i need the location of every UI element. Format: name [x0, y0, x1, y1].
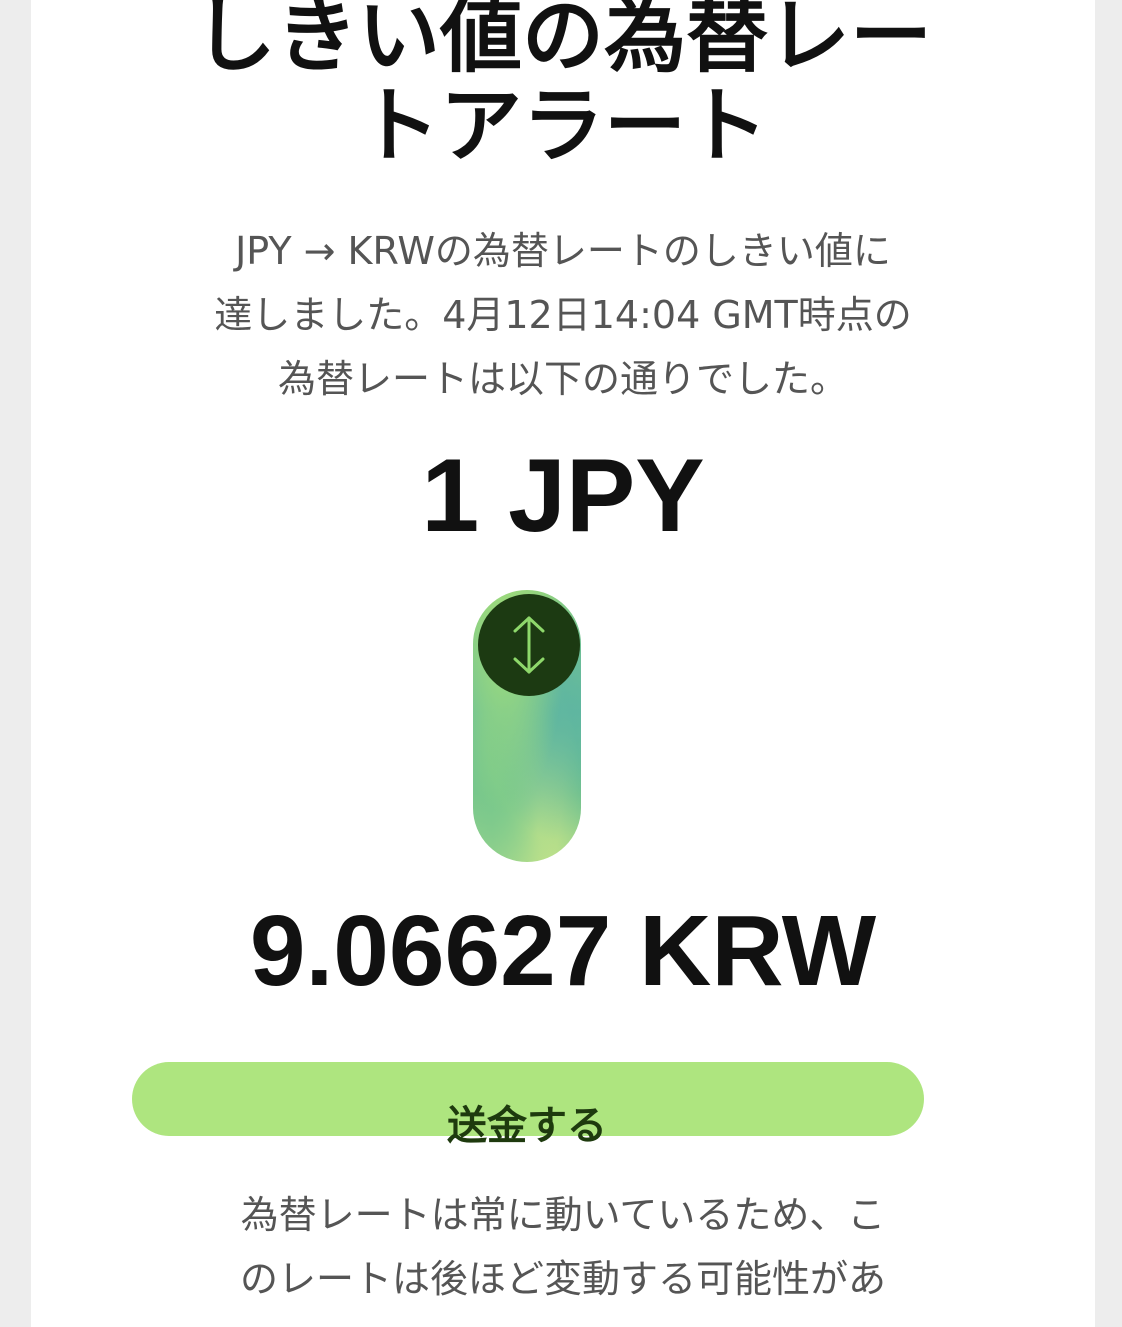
alert-intro-text: JPY → KRWの為替レートのしきい値に 達しました。4月12日14:04 G… [31, 219, 1095, 411]
converted-amount: 9.06627 KRW [249, 895, 877, 1007]
alert-title-line: トアラート [357, 79, 768, 174]
intro-line: 為替レートは以下の通りでした。 [277, 357, 848, 401]
intro-line: 達しました。4月12日14:04 GMT時点の [214, 293, 912, 337]
alert-title: しきい値の為替レー トアラート [31, 0, 1095, 172]
source-amount: 1 JPY [421, 438, 705, 554]
rate-disclaimer-text: 為替レートは常に動いているため、こ のレートは後ほど変動する可能性があ [31, 1183, 1095, 1311]
swap-button[interactable] [478, 594, 580, 696]
swap-vertical-arrows-icon [513, 616, 545, 674]
intro-line: JPY → KRWの為替レートのしきい値に [235, 229, 891, 273]
alert-title-line: しきい値の為替レー [193, 0, 932, 84]
disclaimer-line: のレートは後ほど変動する可能性があ [239, 1257, 886, 1301]
disclaimer-line: 為替レートは常に動いているため、こ [240, 1193, 886, 1237]
email-body: しきい値の為替レー トアラート JPY → KRWの為替レートのしきい値に 達し… [31, 0, 1095, 1327]
send-money-button[interactable] [132, 1062, 924, 1136]
